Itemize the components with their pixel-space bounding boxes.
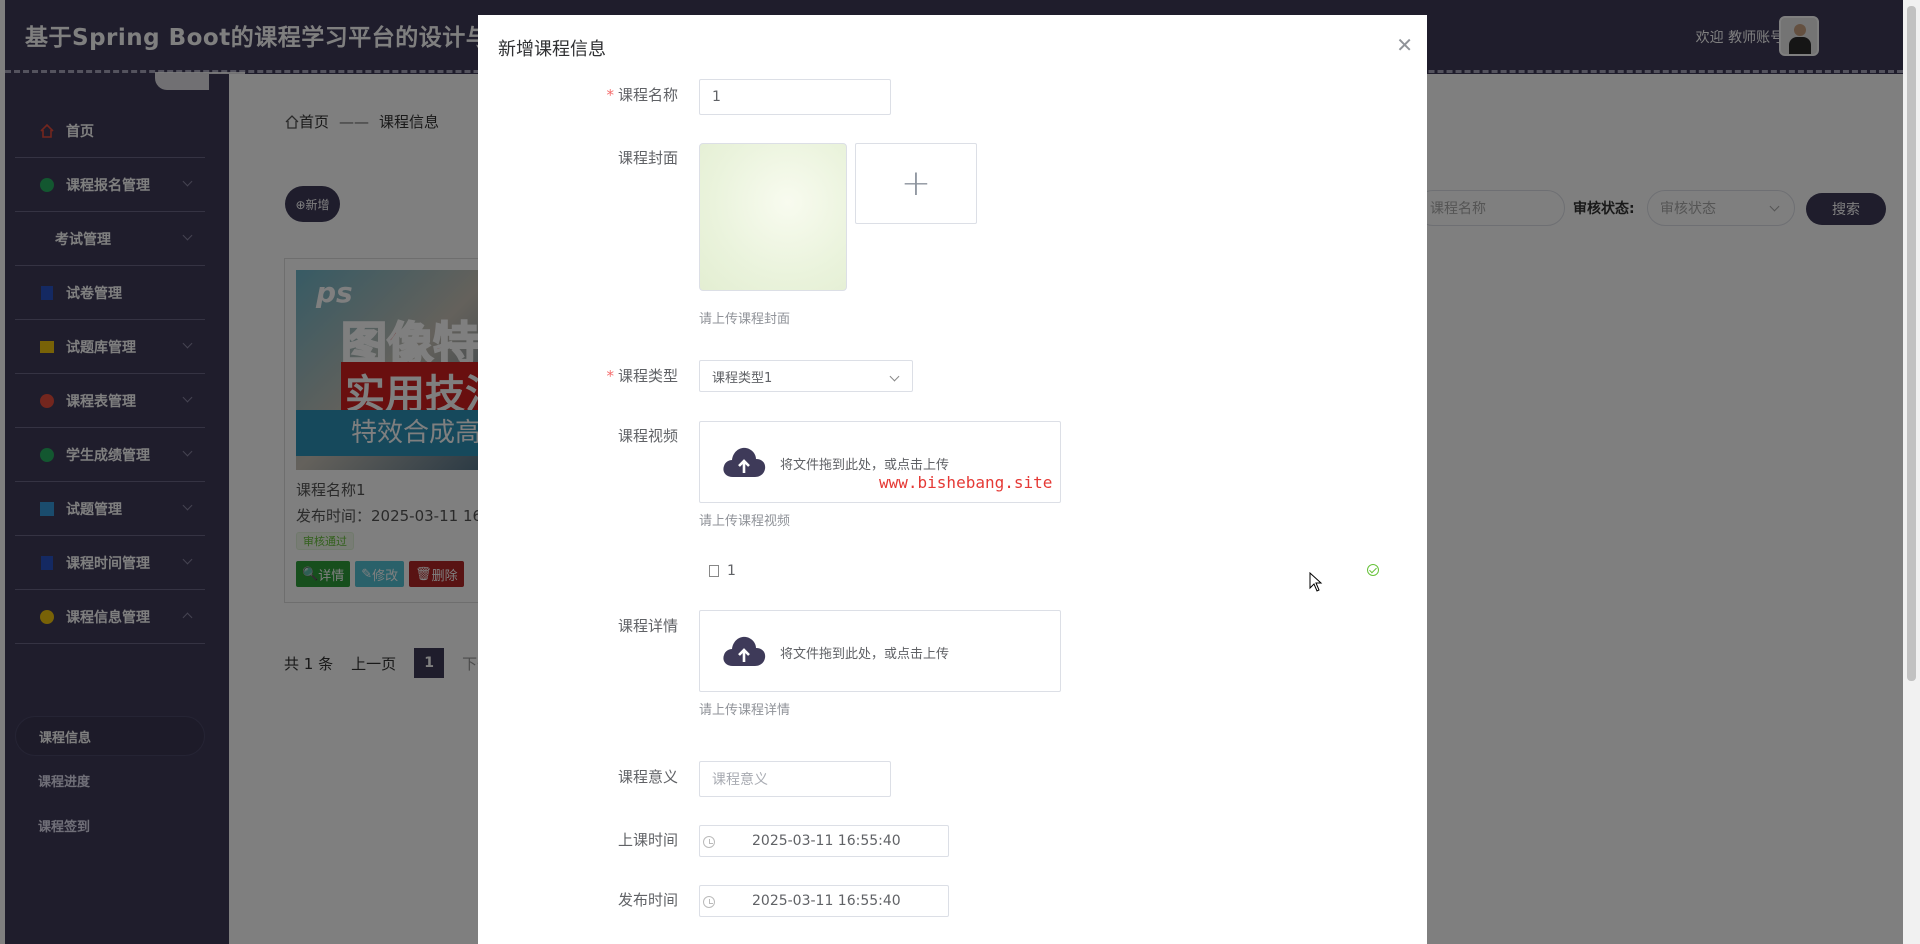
course-meaning-label: 课程意义	[617, 768, 678, 786]
class-time-label: 上课时间	[617, 831, 678, 849]
close-icon[interactable]: ✕	[1396, 33, 1413, 57]
publish-time-label: 发布时间	[617, 891, 678, 909]
add-course-dialog: 新增课程信息 ✕ * 课程名称 1 课程封面 + 请上传课程封面 * 课程类型 课程…	[478, 15, 1427, 944]
course-cover-label: 课程封面	[617, 149, 678, 167]
upload-hint: 将文件拖到此处，或点击上传	[780, 458, 950, 473]
mouse-cursor-icon	[1309, 572, 1323, 592]
course-type-select[interactable]: 课程类型1	[699, 360, 913, 392]
plus-icon: +	[900, 163, 932, 204]
cloud-upload-icon	[723, 636, 766, 666]
publish-time-value: 2025-03-11 16:55:40	[752, 893, 901, 909]
video-tip: 请上传课程视频	[699, 514, 791, 529]
class-time-value: 2025-03-11 16:55:40	[752, 833, 901, 849]
cover-tip: 请上传课程封面	[699, 312, 791, 327]
uploaded-file-item[interactable]: 1	[699, 558, 1379, 584]
class-time-picker[interactable]: 2025-03-11 16:55:40	[699, 825, 949, 857]
scrollbar[interactable]	[1903, 0, 1920, 944]
course-type-value: 课程类型1	[712, 370, 773, 386]
course-meaning-input[interactable]: 课程意义	[699, 761, 891, 797]
course-name-label: * 课程名称	[606, 86, 678, 104]
publish-time-picker[interactable]: 2025-03-11 16:55:40	[699, 885, 949, 917]
scrollbar-thumb[interactable]	[1907, 6, 1916, 681]
clock-icon	[703, 836, 715, 848]
course-name-input[interactable]: 1	[699, 79, 891, 115]
cloud-upload-icon	[723, 447, 766, 477]
course-type-label: * 课程类型	[606, 367, 678, 385]
dialog-title: 新增课程信息	[498, 39, 606, 60]
course-detail-label: 课程详情	[617, 617, 678, 635]
detail-upload-dropzone[interactable]: 将文件拖到此处，或点击上传	[699, 610, 1061, 692]
watermark: www.bishebang.site	[879, 473, 1053, 492]
upload-cover-button[interactable]: +	[855, 143, 977, 224]
check-circle-icon	[1367, 564, 1379, 576]
course-cover-preview[interactable]	[699, 143, 847, 291]
uploaded-file-name: 1	[727, 563, 736, 579]
detail-tip: 请上传课程详情	[699, 703, 791, 718]
chevron-down-icon	[889, 371, 900, 382]
document-icon	[709, 565, 719, 577]
course-video-label: 课程视频	[617, 427, 678, 445]
upload-hint: 将文件拖到此处，或点击上传	[780, 647, 950, 662]
clock-icon	[703, 896, 715, 908]
